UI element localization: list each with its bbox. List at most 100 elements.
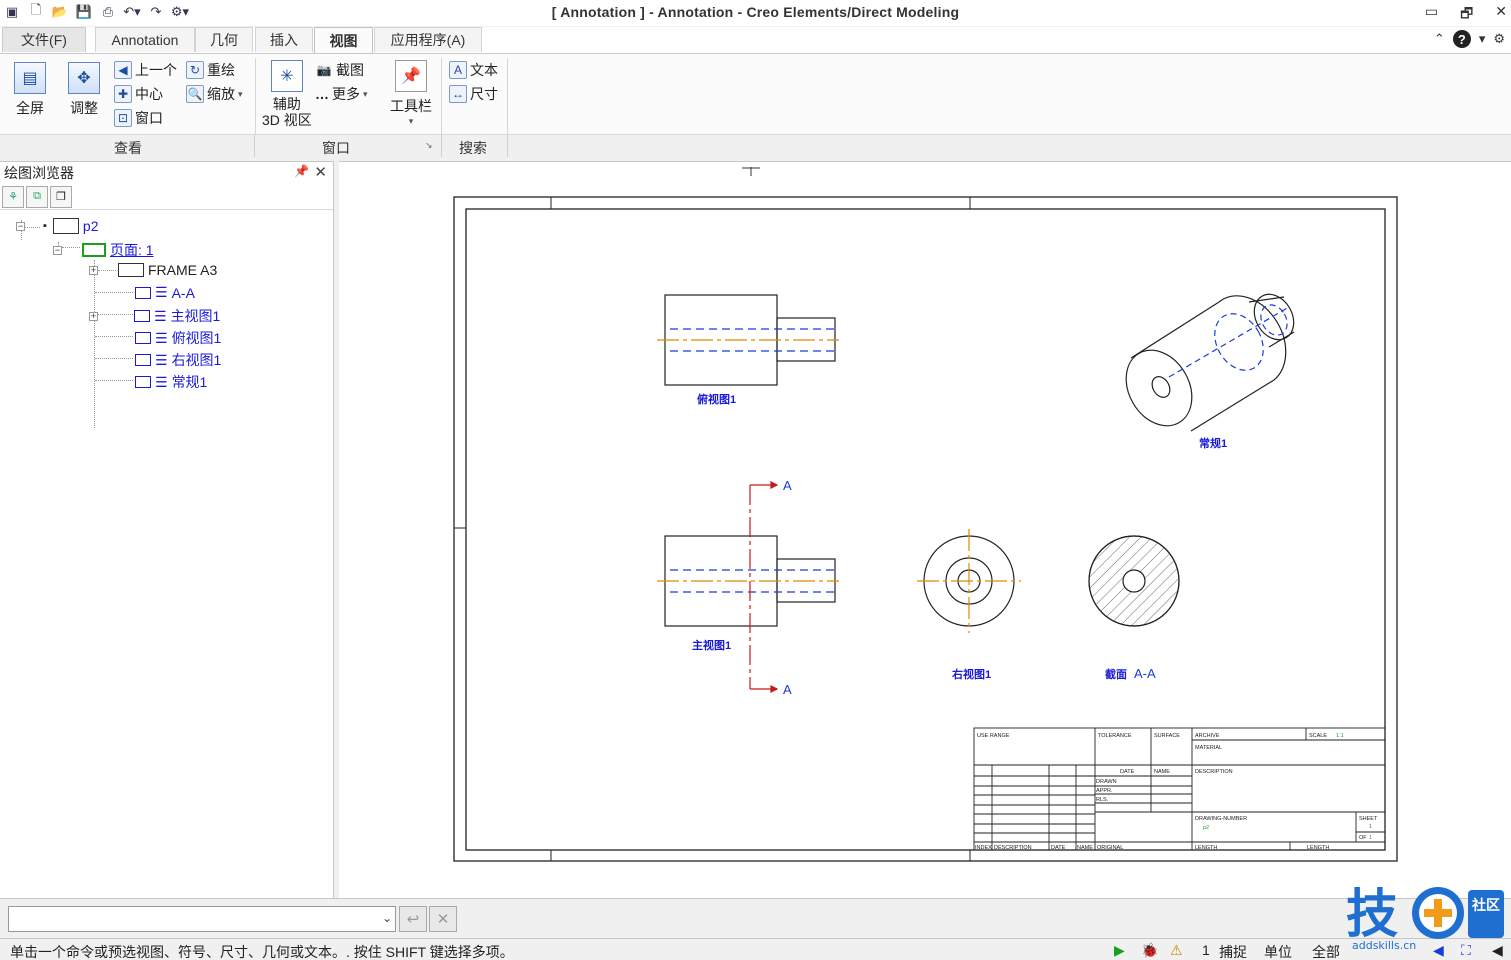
title-block <box>973 727 1386 851</box>
pages-icon[interactable]: ❐ <box>50 185 72 208</box>
section-cut-label-top: A <box>783 478 792 493</box>
tree-item-view-aa[interactable]: ☰ A-A <box>135 284 195 301</box>
group-label-search: 搜索 <box>459 140 487 156</box>
collapse-icon[interactable]: − <box>16 221 25 231</box>
tab-view[interactable]: 视图 <box>314 27 373 53</box>
tab-annotation[interactable]: Annotation <box>95 27 195 52</box>
tree-root-label: p2 <box>82 218 99 234</box>
status-count: 1 <box>1202 942 1210 958</box>
aux-3d-view-icon: ✳ <box>270 60 303 92</box>
svg-text:SHEET: SHEET <box>1359 816 1378 822</box>
tree-item-root[interactable]: − ▪ p2 <box>16 218 98 234</box>
browser-title: 绘图浏览器 <box>4 165 74 181</box>
cancel-icon: ✕ <box>436 911 450 928</box>
window-title: [ Annotation ] - Annotation - Creo Eleme… <box>551 4 960 20</box>
toolbar-button[interactable]: 📌 工具栏 ▾ <box>390 60 432 127</box>
more-dropdown-icon: ▾ <box>363 88 368 99</box>
tab-applications[interactable]: 应用程序(A) <box>374 27 482 52</box>
all-button[interactable]: 全部 <box>1312 942 1340 960</box>
text-search-icon: A <box>449 61 467 79</box>
center-button[interactable]: ✚ 中心 <box>114 84 163 104</box>
screenshot-button[interactable]: 📷 截图 <box>315 60 364 80</box>
filter-icon[interactable]: ⧉ <box>26 185 48 208</box>
title-bar: ▣ 🗋 📂 💾 ⎙ ↶▾ ↷ ⚙▾ [ Annotation ] - Annot… <box>0 0 1511 26</box>
cursor-crosshair <box>742 167 760 176</box>
top-view <box>657 294 839 386</box>
close-icon[interactable]: ✕ <box>1495 3 1507 27</box>
close-panel-icon[interactable]: ✕ <box>314 163 327 181</box>
front-view <box>657 535 839 627</box>
redraw-icon: ↻ <box>186 61 204 79</box>
fullscreen-icon: ▤ <box>14 62 46 94</box>
adjust-button[interactable]: ✥ 调整 <box>68 62 100 118</box>
svg-text:1: 1 <box>1369 824 1372 830</box>
group-launcher-icon[interactable]: ↘ <box>425 140 433 151</box>
svg-text:SURFACE: SURFACE <box>1154 733 1180 739</box>
window-zoom-button[interactable]: ⊡ 窗口 <box>114 108 163 128</box>
svg-text:MATERIAL: MATERIAL <box>1195 745 1222 751</box>
adjust-label: 调整 <box>70 100 98 116</box>
tree-view-icon[interactable]: ⚘ <box>2 185 24 208</box>
view-icon <box>135 286 151 299</box>
collapse-icon[interactable]: − <box>53 245 62 255</box>
prev-button[interactable]: ◀ 上一个 <box>114 60 177 80</box>
svg-text:1:1: 1:1 <box>1336 733 1344 739</box>
snap-button[interactable]: 捕捉 <box>1219 942 1247 960</box>
tab-geometry[interactable]: 几何 <box>195 27 253 52</box>
cancel-button[interactable]: ✕ <box>429 906 457 932</box>
dimension-search-icon: ↔ <box>449 85 467 103</box>
settings-icon[interactable]: ⚙ <box>1493 31 1505 47</box>
help-dropdown-icon[interactable]: ▾ <box>1479 31 1486 47</box>
list-icon: ☰ <box>155 351 168 368</box>
chevron-down-icon[interactable]: ⌄ <box>382 911 392 925</box>
search-text-button[interactable]: A 文本 <box>449 60 498 80</box>
collapse-ribbon-icon[interactable]: ⌃ <box>1434 31 1445 47</box>
tree-item-view-general[interactable]: ☰ 常规1 <box>135 372 207 392</box>
page-icon <box>82 243 106 257</box>
tree-item-page[interactable]: − 页面: 1 <box>53 240 154 260</box>
label-top-view: 俯视图1 <box>697 392 736 406</box>
play-icon[interactable]: ▶ <box>1114 942 1125 959</box>
enter-button[interactable]: ↩ <box>399 906 427 932</box>
search-dimension-button[interactable]: ↔ 尺寸 <box>449 84 498 104</box>
svg-text:DESCRIPTION: DESCRIPTION <box>1195 769 1233 775</box>
more-button[interactable]: … 更多 ▾ <box>315 84 368 104</box>
command-bar: ⌄ ↩ ✕ <box>0 898 1511 938</box>
tab-insert[interactable]: 插入 <box>255 27 313 52</box>
command-input[interactable]: ⌄ <box>8 906 396 932</box>
svg-text:DATE: DATE <box>1120 769 1135 775</box>
restore-icon[interactable]: 🗗 <box>1460 3 1473 27</box>
unit-button[interactable]: 单位 <box>1264 942 1292 960</box>
redraw-button[interactable]: ↻ 重绘 <box>186 60 235 80</box>
svg-text:p2: p2 <box>1203 825 1209 831</box>
bug-icon[interactable]: 🐞 <box>1141 942 1158 959</box>
enter-icon: ↩ <box>406 911 420 928</box>
svg-text:DRAWING-NUMBER: DRAWING-NUMBER <box>1195 816 1247 822</box>
drawing-canvas[interactable]: 俯视图1 常规1 主视图1 A A 右视图1 截面 A-A USE RANGE … <box>339 161 1511 898</box>
help-icon[interactable]: ? <box>1452 30 1471 48</box>
drawing-icon: ▪ <box>43 220 47 232</box>
tree-item-view-right[interactable]: ☰ 右视图1 <box>135 350 221 370</box>
camera-icon: 📷 <box>316 63 332 77</box>
pin-icon[interactable]: 📌 <box>294 164 309 178</box>
svg-text:DATE: DATE <box>1051 845 1066 851</box>
tab-file[interactable]: 文件(F) <box>2 27 86 52</box>
expand-icon[interactable]: + <box>89 265 98 275</box>
aux-3d-view-button[interactable]: ✳ 辅助 3D 视区 <box>262 60 312 128</box>
tree-item-frame[interactable]: + FRAME A3 <box>89 262 217 278</box>
tree-item-view-front[interactable]: + ☰ 主视图1 <box>89 306 220 326</box>
svg-text:OF: OF <box>1359 835 1367 841</box>
sheet-icon <box>52 218 79 234</box>
frame-icon <box>118 263 144 277</box>
svg-text:NAME: NAME <box>1154 769 1170 775</box>
watermark-side: 社区 <box>1471 897 1500 914</box>
fullscreen-button[interactable]: ▤ 全屏 <box>14 62 46 118</box>
fullscreen-label: 全屏 <box>16 100 44 116</box>
minimize-icon[interactable]: ▭ <box>1425 3 1438 27</box>
zoom-button[interactable]: 🔍 缩放 ▾ <box>186 84 243 104</box>
warning-icon[interactable]: ⚠ <box>1170 942 1183 959</box>
section-cut-label-bottom: A <box>783 682 792 697</box>
expand-icon[interactable]: + <box>89 311 98 321</box>
tree-item-view-top[interactable]: ☰ 俯视图1 <box>135 328 221 348</box>
sheet-outer-border <box>453 196 1398 862</box>
